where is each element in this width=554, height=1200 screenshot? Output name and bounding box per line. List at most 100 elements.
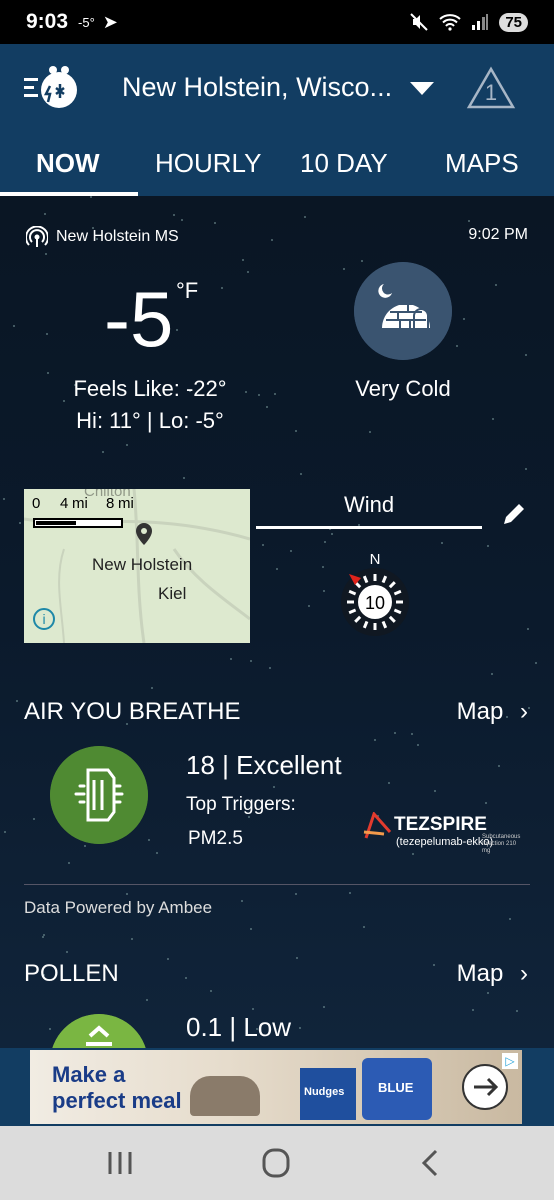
- star: [349, 892, 351, 894]
- star: [308, 605, 310, 607]
- wifi-icon: [439, 14, 461, 31]
- ad-package-1: Nudges: [300, 1068, 356, 1120]
- star: [126, 444, 128, 446]
- star: [247, 271, 249, 273]
- status-time: 9:03: [26, 10, 69, 33]
- star: [248, 816, 250, 818]
- star: [49, 1028, 51, 1030]
- star: [242, 259, 244, 261]
- top-triggers-label: Top Triggers:: [186, 794, 296, 815]
- star: [411, 733, 413, 735]
- star: [167, 958, 169, 960]
- star: [148, 839, 150, 841]
- condition-text: Very Cold: [355, 376, 451, 401]
- star: [434, 790, 436, 792]
- pollen-map-link[interactable]: Map ›: [457, 960, 528, 988]
- star: [210, 990, 212, 992]
- star: [45, 253, 47, 255]
- star: [131, 938, 133, 940]
- status-temp: -5°: [78, 14, 95, 30]
- feels-like: Feels Like: -22°: [73, 376, 227, 401]
- pencil-edit-icon[interactable]: [500, 500, 528, 528]
- wind-title: Wind: [343, 492, 395, 517]
- tab-maps[interactable]: MAPS: [445, 148, 519, 179]
- home-icon[interactable]: [256, 1148, 296, 1178]
- star: [19, 522, 21, 524]
- pollen-value: 0.1 | Low: [186, 1012, 292, 1042]
- star: [485, 802, 487, 804]
- star: [276, 568, 278, 570]
- status-bar: 9:03 -5° ➤ 75: [0, 0, 554, 44]
- alert-triangle-icon[interactable]: 1: [466, 66, 516, 110]
- wind-compass: N 10: [341, 552, 409, 636]
- star: [183, 477, 185, 479]
- star: [44, 213, 46, 215]
- star: [487, 545, 489, 547]
- star: [516, 1010, 518, 1012]
- arrow-right-icon[interactable]: [462, 1064, 508, 1110]
- star: [369, 431, 371, 433]
- air-quality-value: 18 | Excellent: [186, 750, 342, 780]
- star: [304, 216, 306, 218]
- mini-radar-map[interactable]: i 0 4 mi 8 mi Chilton New Holstein Kiel: [24, 489, 250, 643]
- star: [456, 345, 458, 347]
- star: [300, 473, 302, 475]
- star: [176, 329, 178, 331]
- star: [185, 977, 187, 979]
- tab-now[interactable]: NOW: [36, 148, 100, 179]
- chevron-right-icon: ›: [520, 960, 528, 987]
- menu-logo-icon[interactable]: [22, 64, 82, 114]
- star: [271, 239, 273, 241]
- star: [84, 845, 86, 847]
- svg-text:i: i: [42, 611, 45, 627]
- alert-count: 1: [485, 80, 497, 105]
- temperature-unit: °F: [176, 278, 199, 303]
- battery-badge: 75: [499, 12, 528, 32]
- tab-hourly[interactable]: HOURLY: [155, 148, 261, 179]
- air-map-label: Map: [456, 698, 504, 725]
- star: [273, 786, 275, 788]
- air-section-title: AIR YOU BREATHE: [24, 698, 241, 725]
- tab-10-day[interactable]: 10 DAY: [300, 148, 388, 179]
- star: [487, 992, 489, 994]
- star: [363, 926, 365, 928]
- scale-4: 4: [60, 495, 69, 512]
- star: [290, 550, 292, 552]
- sponsor-logo[interactable]: TEZSPIRE (tezepelumab-ekko) Subcutaneous…: [362, 812, 522, 856]
- star: [269, 667, 271, 669]
- trigger-value: PM2.5: [188, 828, 243, 849]
- star: [324, 541, 326, 543]
- recent-apps-icon[interactable]: [100, 1148, 140, 1178]
- star: [343, 268, 345, 270]
- star: [322, 566, 324, 568]
- app-bar: New Holstein, Wisco... 1: [0, 44, 554, 132]
- star: [468, 220, 470, 222]
- star: [296, 957, 298, 959]
- ad-package-2: BLUE: [362, 1058, 432, 1120]
- star: [181, 219, 183, 221]
- ad-banner[interactable]: Make a perfect meal Nudges BLUE ▷: [30, 1050, 522, 1124]
- star: [394, 732, 396, 734]
- tezspire-logo-icon: [363, 812, 392, 839]
- star: [495, 284, 497, 286]
- main-content[interactable]: New Holstein MS 9:02 PM -5 °F Feels Like…: [0, 196, 554, 1048]
- map-town2-label: Kiel: [158, 584, 187, 603]
- tab-bar: NOW HOURLY 10 DAY MAPS: [0, 132, 554, 196]
- star: [126, 893, 128, 895]
- star: [241, 900, 243, 902]
- star: [509, 918, 511, 920]
- back-icon[interactable]: [412, 1148, 452, 1178]
- adchoices-icon[interactable]: ▷: [502, 1053, 518, 1069]
- compass-north: N: [370, 552, 381, 568]
- wind-underline: [256, 526, 482, 529]
- observed-time: 9:02 PM: [468, 226, 528, 243]
- caret-down-icon[interactable]: [410, 82, 434, 95]
- star: [102, 451, 104, 453]
- station-row[interactable]: New Holstein MS: [26, 226, 179, 248]
- star: [525, 354, 527, 356]
- ad-headline: Make a perfect meal: [52, 1062, 182, 1114]
- star: [323, 590, 325, 592]
- air-map-link[interactable]: Map ›: [457, 698, 528, 726]
- system-nav-bar: [0, 1126, 554, 1200]
- location-selector[interactable]: New Holstein, Wisco...: [122, 72, 392, 103]
